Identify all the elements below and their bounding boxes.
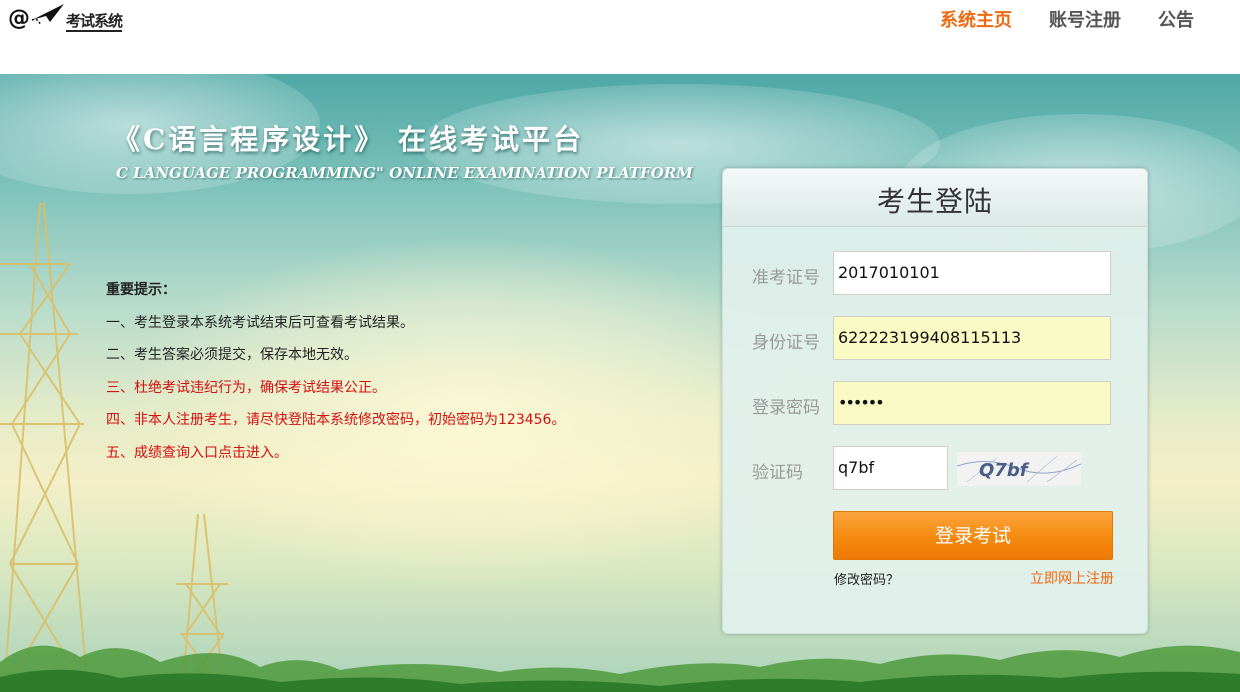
captcha-label: 验证码 — [752, 463, 803, 483]
exam-id-input[interactable]: 2017010101 — [833, 251, 1111, 295]
at-sign-icon: @ — [8, 6, 30, 31]
login-header: 考生登陆 — [723, 169, 1147, 227]
login-submit-button[interactable]: 登录考试 — [833, 511, 1113, 560]
notice-heading: 重要提示： — [106, 282, 176, 298]
notice-item-4: 四、非本人注册考生，请尽快登陆本系统修改密码，初始密码为123456。 — [106, 412, 566, 428]
banner: 《C语言程序设计》 在线考试平台 C LANGUAGE PROGRAMMING"… — [0, 74, 1240, 692]
password-input[interactable]: •••••• — [833, 381, 1111, 425]
platform-title-en: C LANGUAGE PROGRAMMING" ONLINE EXAMINATI… — [116, 164, 693, 182]
top-nav: 系统主页 账号注册 公告 — [940, 6, 1194, 32]
password-row: 登录密码 •••••• — [723, 381, 1147, 427]
nav-home[interactable]: 系统主页 — [940, 6, 1012, 32]
id-card-label: 身份证号 — [752, 333, 820, 353]
exam-id-row: 准考证号 2017010101 — [723, 251, 1147, 297]
login-panel: 考生登陆 准考证号 2017010101 身份证号 62222319940811… — [722, 168, 1148, 634]
captcha-image[interactable]: Q7bf — [957, 452, 1081, 486]
paper-plane-icon — [31, 4, 64, 25]
top-header: @ 考试系统 系统主页 账号注册 公告 — [0, 0, 1240, 74]
captcha-input[interactable]: q7bf — [833, 446, 948, 490]
notice-item-2: 二、考生答案必须提交，保存本地无效。 — [106, 347, 358, 363]
notice-item-5-results-link[interactable]: 五、成绩查询入口点击进入。 — [106, 437, 565, 470]
notice-panel: 重要提示： 一、考生登录本系统考试结束后可查看考试结果。 二、考生答案必须提交，… — [106, 274, 565, 469]
password-label: 登录密码 — [752, 398, 820, 418]
notice-item-3: 三、杜绝考试违纪行为，确保考试结果公正。 — [106, 379, 386, 396]
captcha-image-text: Q7bf — [979, 460, 1030, 481]
nav-announcement[interactable]: 公告 — [1158, 6, 1194, 32]
id-card-row: 身份证号 622223199408115113 — [723, 316, 1147, 362]
nav-register[interactable]: 账号注册 — [1049, 6, 1121, 32]
change-password-link[interactable]: 修改密码？ — [834, 569, 899, 588]
captcha-row: 验证码 q7bf Q7bf — [723, 446, 1147, 492]
notice-item-1: 一、考生登录本系统考试结束后可查看考试结果。 — [106, 314, 414, 331]
online-register-link[interactable]: 立即网上注册 — [1030, 568, 1114, 588]
logo-text: 考试系统 — [66, 12, 123, 32]
exam-id-label: 准考证号 — [752, 268, 820, 288]
login-title: 考生登陆 — [876, 185, 993, 218]
id-card-input[interactable]: 622223199408115113 — [833, 316, 1111, 360]
site-logo[interactable]: @ 考试系统 — [6, 2, 146, 36]
platform-title-cn: 《C语言程序设计》 在线考试平台 — [112, 123, 585, 156]
